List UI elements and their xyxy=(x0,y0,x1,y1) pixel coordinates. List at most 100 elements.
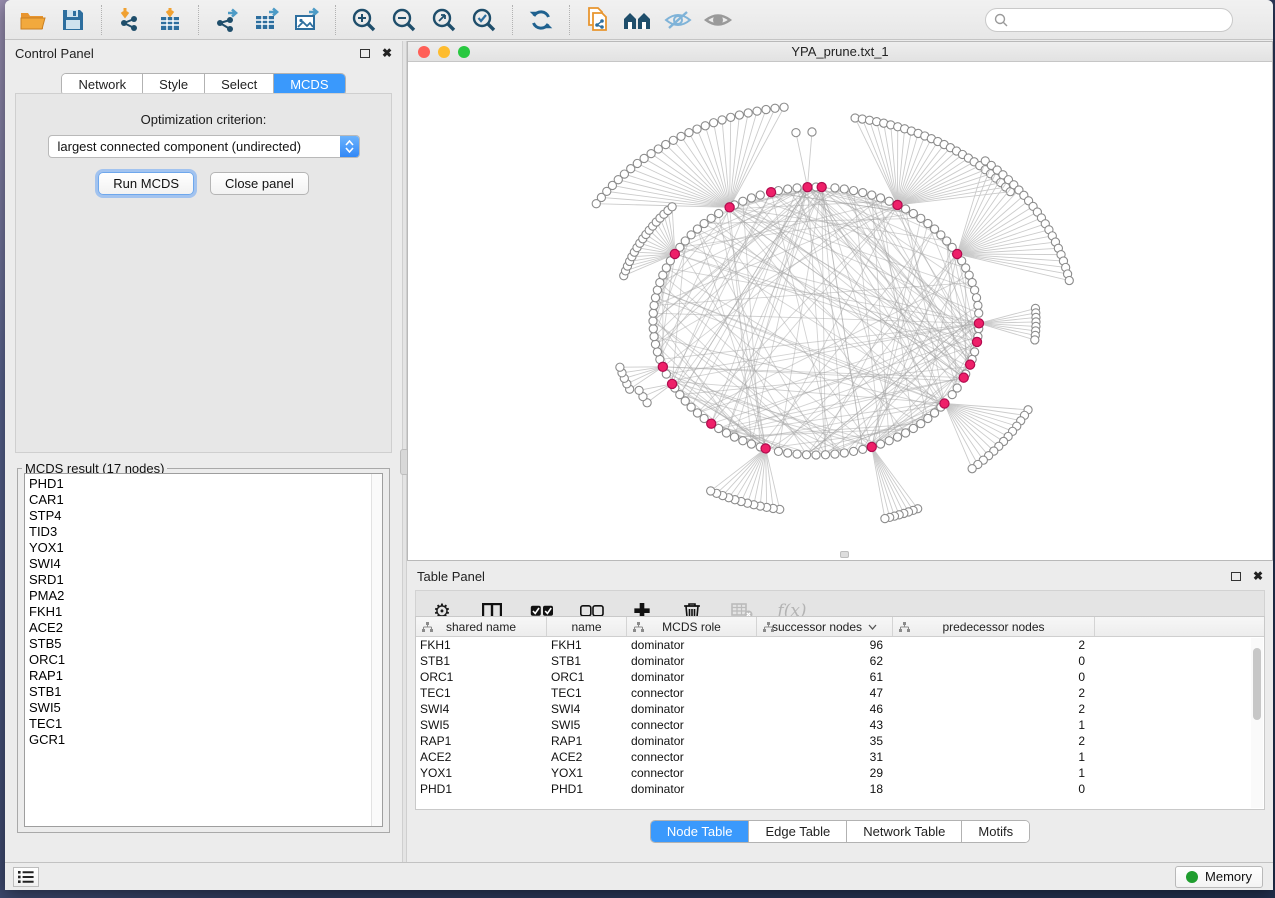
table-row[interactable]: SWI4SWI4dominator462 xyxy=(416,701,1264,717)
table-row[interactable]: FKH1FKH1dominator962 xyxy=(416,637,1264,653)
application-window: Control Panel ✖ NetworkStyleSelectMCDS O… xyxy=(5,0,1273,890)
zoom-in-icon[interactable] xyxy=(344,3,384,37)
import-network-icon[interactable] xyxy=(110,3,150,37)
network-view-window: YPA_prune.txt_1 xyxy=(407,41,1273,561)
mcds-result-item[interactable]: ORC1 xyxy=(29,652,382,668)
mcds-list-scrollbar[interactable] xyxy=(371,474,382,826)
zoom-selected-icon[interactable] xyxy=(464,3,504,37)
tab-mcds[interactable]: MCDS xyxy=(274,74,344,95)
table-scrollbar-thumb[interactable] xyxy=(1253,648,1261,720)
first-neighbors-icon[interactable] xyxy=(618,3,658,37)
network-graph-canvas[interactable] xyxy=(408,63,1272,560)
column-header-successor-nodes[interactable]: successor nodes xyxy=(757,617,893,636)
mcds-result-item[interactable]: PMA2 xyxy=(29,588,382,604)
mcds-result-item[interactable]: SWI5 xyxy=(29,700,382,716)
mcds-result-item[interactable]: CAR1 xyxy=(29,492,382,508)
table-row[interactable]: ACE2ACE2connector311 xyxy=(416,749,1264,765)
mcds-result-list[interactable]: PHD1CAR1STP4TID3YOX1SWI4SRD1PMA2FKH1ACE2… xyxy=(24,473,383,827)
hide-selected-icon[interactable] xyxy=(658,3,698,37)
export-image-icon[interactable] xyxy=(287,3,327,37)
cell-MCDS-role: dominator xyxy=(627,734,757,748)
cell-shared-name: SWI5 xyxy=(416,718,547,732)
sort-descending-icon xyxy=(868,624,877,630)
column-header-name[interactable]: name xyxy=(547,617,627,636)
mcds-result-item[interactable]: YOX1 xyxy=(29,540,382,556)
table-panel: Table Panel ✖ ⚙ ✚ xyxy=(407,564,1273,859)
mcds-result-item[interactable]: STB5 xyxy=(29,636,382,652)
table-row[interactable]: SWI5SWI5connector431 xyxy=(416,717,1264,733)
hierarchy-icon xyxy=(899,622,910,632)
tab-network-table[interactable]: Network Table xyxy=(847,821,962,842)
close-panel-button[interactable]: Close panel xyxy=(210,172,309,195)
tab-edge-table[interactable]: Edge Table xyxy=(749,821,847,842)
cell-MCDS-role: dominator xyxy=(627,782,757,796)
criterion-dropdown[interactable]: largest connected component (undirected) xyxy=(48,135,360,158)
import-table-icon[interactable] xyxy=(150,3,190,37)
show-all-icon[interactable] xyxy=(698,3,738,37)
refresh-icon[interactable] xyxy=(521,3,561,37)
cell-name: SWI4 xyxy=(547,702,627,716)
column-header-predecessor-nodes[interactable]: predecessor nodes xyxy=(893,617,1095,636)
mcds-result-item[interactable]: TEC1 xyxy=(29,716,382,732)
table-row[interactable]: TEC1TEC1connector472 xyxy=(416,685,1264,701)
mcds-result-item[interactable]: SWI4 xyxy=(29,556,382,572)
search-input[interactable] xyxy=(1013,13,1232,27)
search-icon xyxy=(994,13,1008,27)
table-header-row: shared namenameMCDS rolesuccessor nodesp… xyxy=(416,617,1264,637)
mcds-result-item[interactable]: PHD1 xyxy=(29,476,382,492)
cell-predecessor-nodes: 0 xyxy=(893,782,1095,796)
cell-predecessor-nodes: 0 xyxy=(893,654,1095,668)
cell-successor-nodes: 61 xyxy=(757,670,893,684)
table-row[interactable]: STB1STB1dominator620 xyxy=(416,653,1264,669)
table-row[interactable]: ORC1ORC1dominator610 xyxy=(416,669,1264,685)
tab-motifs[interactable]: Motifs xyxy=(962,821,1029,842)
zoom-out-icon[interactable] xyxy=(384,3,424,37)
mcds-result-item[interactable]: ACE2 xyxy=(29,620,382,636)
open-file-icon[interactable] xyxy=(13,3,53,37)
export-network-icon[interactable] xyxy=(207,3,247,37)
cell-shared-name: PHD1 xyxy=(416,782,547,796)
cell-successor-nodes: 35 xyxy=(757,734,893,748)
memory-button[interactable]: Memory xyxy=(1175,866,1263,888)
run-mcds-button[interactable]: Run MCDS xyxy=(98,172,194,195)
tab-node-table[interactable]: Node Table xyxy=(651,821,750,842)
column-header-shared-name[interactable]: shared name xyxy=(416,617,547,636)
mcds-result-item[interactable]: STP4 xyxy=(29,508,382,524)
tab-select[interactable]: Select xyxy=(205,74,274,95)
cell-successor-nodes: 43 xyxy=(757,718,893,732)
mcds-result-item[interactable]: TID3 xyxy=(29,524,382,540)
network-window-titlebar[interactable]: YPA_prune.txt_1 xyxy=(408,42,1272,62)
mcds-result-item[interactable]: STB1 xyxy=(29,684,382,700)
mcds-result-item[interactable]: GCR1 xyxy=(29,732,382,748)
zoom-fit-icon[interactable] xyxy=(424,3,464,37)
mcds-result-item[interactable]: FKH1 xyxy=(29,604,382,620)
float-panel-icon[interactable] xyxy=(360,49,370,58)
table-row[interactable]: RAP1RAP1dominator352 xyxy=(416,733,1264,749)
column-header-MCDS-role[interactable]: MCDS role xyxy=(627,617,757,636)
cell-shared-name: STB1 xyxy=(416,654,547,668)
mcds-result-item[interactable]: SRD1 xyxy=(29,572,382,588)
table-scrollbar[interactable] xyxy=(1251,638,1263,808)
save-session-icon[interactable] xyxy=(53,3,93,37)
mcds-panel: Optimization criterion: largest connecte… xyxy=(15,93,392,453)
control-panel-title: Control Panel xyxy=(15,46,94,61)
table-row[interactable]: PHD1PHD1dominator180 xyxy=(416,781,1264,797)
memory-status-icon xyxy=(1186,871,1198,883)
close-table-panel-icon[interactable]: ✖ xyxy=(1253,569,1263,583)
table-row[interactable]: YOX1YOX1connector291 xyxy=(416,765,1264,781)
close-panel-icon[interactable]: ✖ xyxy=(382,46,392,60)
new-network-from-selection-icon[interactable] xyxy=(578,3,618,37)
search-field[interactable] xyxy=(985,8,1233,32)
cell-name: ACE2 xyxy=(547,750,627,764)
cell-name: STB1 xyxy=(547,654,627,668)
mcds-result-item[interactable]: RAP1 xyxy=(29,668,382,684)
cell-successor-nodes: 46 xyxy=(757,702,893,716)
tab-network[interactable]: Network xyxy=(62,74,143,95)
export-table-icon[interactable] xyxy=(247,3,287,37)
float-table-panel-icon[interactable] xyxy=(1231,572,1241,581)
memory-label: Memory xyxy=(1205,869,1252,884)
tab-style[interactable]: Style xyxy=(143,74,205,95)
horizontal-splitter-grip[interactable] xyxy=(840,551,849,558)
task-history-button[interactable] xyxy=(13,867,39,887)
optimization-criterion-label: Optimization criterion: xyxy=(16,112,391,127)
